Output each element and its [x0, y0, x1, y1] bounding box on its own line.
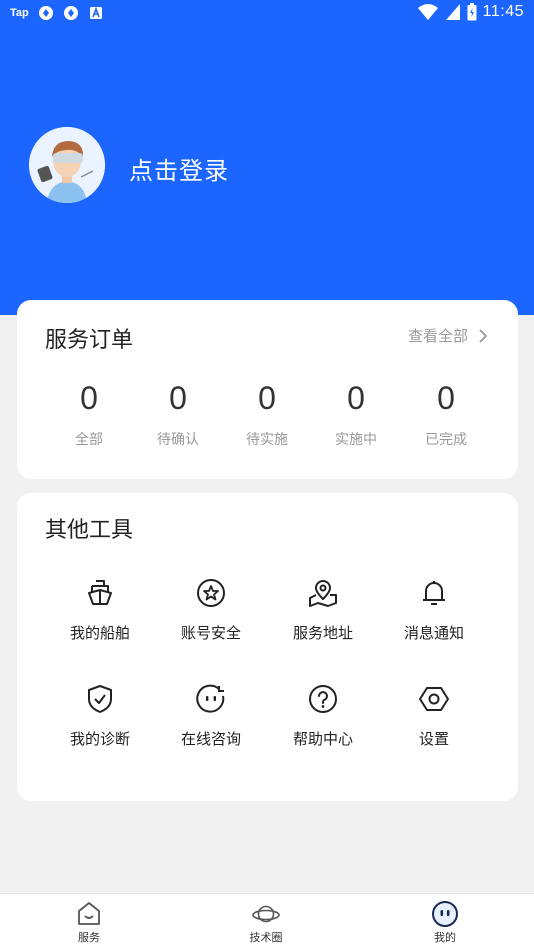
- notification-icon: [63, 6, 78, 20]
- tap-app-label: Tap: [10, 7, 29, 19]
- orders-title: 服务订单: [45, 328, 134, 353]
- clock: 11:45: [482, 3, 524, 20]
- order-count: 0: [80, 380, 98, 416]
- order-status-completed[interactable]: 0 已完成: [406, 380, 486, 449]
- order-count: 0: [437, 380, 455, 416]
- order-count: 0: [347, 380, 365, 416]
- order-label: 待确认: [157, 432, 199, 448]
- order-label: 已完成: [425, 432, 467, 448]
- tab-label: 服务: [78, 931, 100, 944]
- order-status-pending-implement[interactable]: 0 待实施: [227, 380, 307, 449]
- view-all-orders-link[interactable]: 查看全部: [408, 325, 488, 346]
- chat-face-icon: [196, 684, 225, 713]
- me-icon: [432, 901, 458, 927]
- status-bar: Tap 11:45: [0, 0, 534, 28]
- planet-icon: [252, 905, 280, 923]
- settings-icon: [419, 687, 449, 711]
- star-shield-icon: [197, 579, 225, 607]
- tab-label: 技术圈: [249, 931, 283, 944]
- signal-icon: [445, 4, 460, 20]
- notification-icon: [38, 6, 53, 20]
- tool-label: 账号安全: [180, 624, 241, 642]
- tab-tech-circle[interactable]: 技术圈: [226, 900, 306, 945]
- bottom-tab-bar: 服务 技术圈 我的: [0, 893, 534, 950]
- order-status-row: 0 全部 0 待确认 0 待实施 0 实施中 0 已完成: [45, 380, 490, 460]
- other-tools-card: 其他工具 我的船舶 账号安全 服务地址 消息通知 我的诊断 在线咨询 帮助中心 …: [17, 493, 518, 801]
- avatar-illustration: [29, 127, 105, 203]
- tool-label: 在线咨询: [180, 730, 241, 748]
- check-shield-icon: [88, 685, 112, 713]
- tool-label: 服务地址: [292, 624, 353, 642]
- login-link[interactable]: 点击登录: [129, 151, 229, 186]
- location-icon: [309, 580, 337, 607]
- tab-me[interactable]: 我的: [405, 900, 485, 945]
- order-status-in-progress[interactable]: 0 实施中: [316, 380, 396, 449]
- order-status-all[interactable]: 0 全部: [49, 380, 129, 449]
- tool-label: 设置: [418, 730, 449, 748]
- battery-icon: [467, 3, 477, 21]
- tab-label: 我的: [434, 931, 456, 944]
- order-status-pending-confirm[interactable]: 0 待确认: [138, 380, 218, 449]
- tools-title: 其他工具: [45, 518, 134, 543]
- tool-help-center[interactable]: 帮助中心: [268, 683, 378, 749]
- tool-service-address[interactable]: 服务地址: [268, 577, 378, 643]
- tab-service[interactable]: 服务: [49, 900, 129, 945]
- order-label: 实施中: [335, 432, 377, 448]
- chevron-right-icon: [479, 328, 488, 343]
- ship-icon: [88, 580, 112, 605]
- bell-icon: [423, 581, 445, 605]
- tool-label: 我的诊断: [69, 730, 130, 748]
- help-icon: [309, 685, 337, 713]
- order-label: 全部: [75, 432, 103, 448]
- avatar[interactable]: [29, 127, 105, 203]
- order-count: 0: [258, 380, 276, 416]
- tool-settings[interactable]: 设置: [379, 683, 489, 749]
- order-count: 0: [169, 380, 187, 416]
- order-label: 待实施: [246, 432, 288, 448]
- wifi-icon: [417, 4, 438, 20]
- a-icon: [89, 6, 102, 19]
- tool-label: 帮助中心: [292, 730, 353, 748]
- tool-online-consult[interactable]: 在线咨询: [156, 683, 266, 749]
- tool-label: 消息通知: [403, 624, 464, 642]
- service-icon: [78, 902, 100, 925]
- tool-account-security[interactable]: 账号安全: [156, 577, 266, 643]
- tool-my-diagnosis[interactable]: 我的诊断: [45, 683, 155, 749]
- tool-notifications[interactable]: 消息通知: [379, 577, 489, 643]
- tool-my-ships[interactable]: 我的船舶: [45, 577, 155, 643]
- service-orders-card: 服务订单 查看全部 0 全部 0 待确认 0 待实施 0 实施中 0 已完成: [17, 300, 518, 479]
- tool-label: 我的船舶: [69, 624, 130, 642]
- view-all-label: 查看全部: [407, 327, 468, 345]
